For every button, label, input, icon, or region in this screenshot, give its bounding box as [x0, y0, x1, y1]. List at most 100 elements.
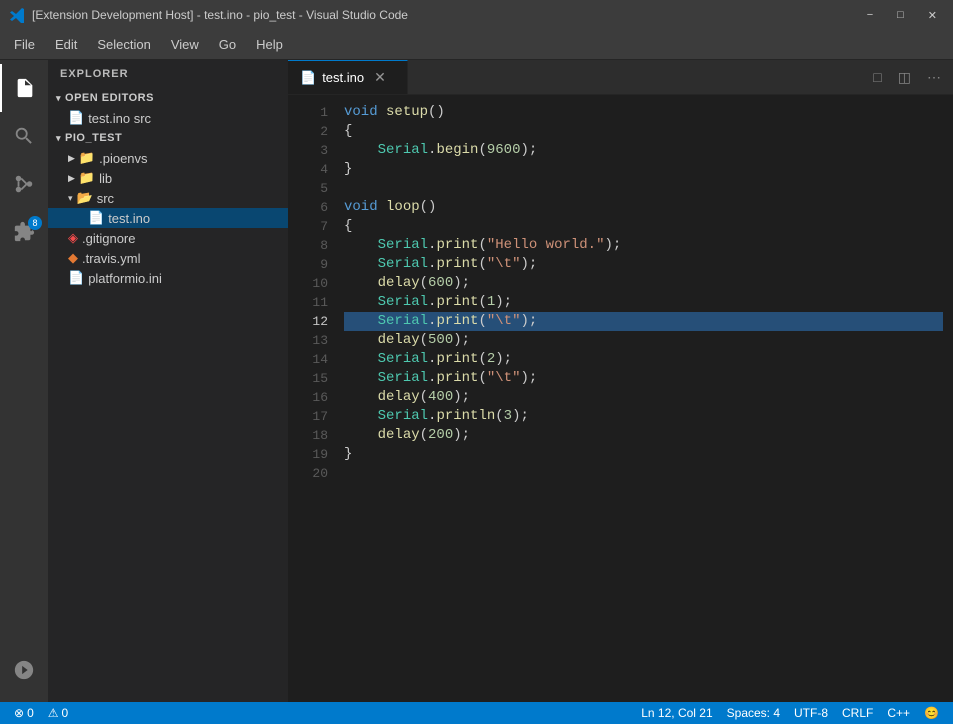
code-line-8: Serial.print("Hello world."); [344, 236, 943, 255]
platformio-ini-label: platformio.ini [88, 271, 162, 286]
tree-platformio-ini[interactable]: 📄 platformio.ini [48, 268, 288, 288]
tree-lib[interactable]: ▶ 📁 lib [48, 168, 288, 188]
lib-label: lib [99, 171, 112, 186]
cursor-position-text: Ln 12, Col 21 [641, 706, 712, 720]
activity-source-control[interactable] [0, 160, 48, 208]
maximize-button[interactable]: □ [891, 7, 910, 24]
code-line-14: Serial.print(2); [344, 350, 943, 369]
more-actions-button[interactable]: ⋯ [923, 67, 945, 88]
status-indent[interactable]: Spaces: 4 [721, 706, 786, 720]
tab-label: test.ino [322, 70, 364, 85]
folder-icon: 📁 [79, 150, 95, 166]
code-line-16: delay(400); [344, 388, 943, 407]
line-num-4: 4 [288, 160, 328, 179]
error-icon: ⊗ [14, 706, 24, 720]
title-text: [Extension Development Host] - test.ino … [32, 8, 861, 22]
code-line-3: Serial.begin(9600); [344, 141, 943, 160]
code-line-4: } [344, 160, 943, 179]
status-emoji[interactable]: 😊 [918, 706, 945, 720]
git-icon: ◈ [68, 230, 78, 246]
extensions-badge: 8 [28, 216, 42, 230]
activity-extensions[interactable]: 8 [0, 208, 48, 256]
menu-help[interactable]: Help [246, 33, 293, 56]
warning-icon: ⚠ [48, 706, 59, 720]
editor-layout-button[interactable]: ◫ [894, 67, 915, 88]
code-line-18: delay(200); [344, 426, 943, 445]
source-control-icon [13, 173, 35, 195]
line-num-10: 10 [288, 274, 328, 293]
status-warnings[interactable]: ⚠ 0 [42, 702, 74, 724]
split-editor-button[interactable]: □ [869, 67, 885, 87]
close-button[interactable]: ✕ [922, 7, 943, 24]
line-num-6: 6 [288, 198, 328, 217]
minimize-button[interactable]: − [861, 7, 879, 24]
line-num-1: 1 [288, 103, 328, 122]
activity-explorer[interactable] [0, 64, 48, 112]
code-line-20 [344, 464, 943, 483]
status-eol[interactable]: CRLF [836, 706, 879, 720]
menu-view[interactable]: View [161, 33, 209, 56]
folder-src-icon: 📂 [77, 190, 93, 206]
tab-test-ino[interactable]: 📄 test.ino ✕ [288, 60, 408, 94]
sidebar-title: Explorer [48, 60, 288, 88]
src-label: src [97, 191, 114, 206]
editor-area: 📄 test.ino ✕ □ ◫ ⋯ 1 2 3 4 5 6 7 8 9 [288, 60, 953, 702]
code-content[interactable]: void setup() { Serial.begin(9600); } voi… [336, 95, 943, 702]
error-count: 0 [27, 706, 34, 720]
status-language[interactable]: C++ [881, 706, 916, 720]
activity-pio[interactable] [0, 646, 48, 694]
line-num-18: 18 [288, 426, 328, 445]
line-numbers: 1 2 3 4 5 6 7 8 9 10 11 12 13 14 15 16 1… [288, 95, 336, 702]
line-num-14: 14 [288, 350, 328, 369]
line-num-20: 20 [288, 464, 328, 483]
code-editor[interactable]: 1 2 3 4 5 6 7 8 9 10 11 12 13 14 15 16 1… [288, 95, 953, 702]
line-num-16: 16 [288, 388, 328, 407]
ini-icon: 📄 [68, 270, 84, 286]
code-line-15: Serial.print("\t"); [344, 369, 943, 388]
status-errors[interactable]: ⊗ 0 [8, 702, 40, 724]
tab-actions: □ ◫ ⋯ [861, 60, 953, 94]
open-editors-header[interactable]: ▾ OPEN EDITORS [48, 88, 288, 108]
code-line-7: { [344, 217, 943, 236]
menu-file[interactable]: File [4, 33, 45, 56]
search-icon [13, 125, 35, 147]
pio-test-header[interactable]: ▾ PIO_TEST [48, 128, 288, 148]
status-bar: ⊗ 0 ⚠ 0 Ln 12, Col 21 Spaces: 4 UTF-8 CR… [0, 702, 953, 724]
menu-selection[interactable]: Selection [87, 33, 160, 56]
tree-travis-yml[interactable]: ◆ .travis.yml [48, 248, 288, 268]
vscode-icon [10, 7, 26, 23]
travis-yml-label: .travis.yml [82, 251, 141, 266]
main-layout: 8 Explorer ▾ OPEN EDITORS 📄 test.ino src [0, 60, 953, 702]
tab-close-button[interactable]: ✕ [370, 67, 390, 88]
line-num-2: 2 [288, 122, 328, 141]
line-num-17: 17 [288, 407, 328, 426]
test-ino-label: test.ino [108, 211, 150, 226]
status-encoding[interactable]: UTF-8 [788, 706, 834, 720]
status-right: Ln 12, Col 21 Spaces: 4 UTF-8 CRLF C++ 😊 [635, 706, 945, 720]
emoji-icon: 😊 [924, 706, 939, 720]
tree-test-ino[interactable]: 📄 test.ino [48, 208, 288, 228]
menu-go[interactable]: Go [209, 33, 246, 56]
menu-bar: File Edit Selection View Go Help [0, 30, 953, 60]
line-num-13: 13 [288, 331, 328, 350]
indent-text: Spaces: 4 [727, 706, 780, 720]
status-cursor-position[interactable]: Ln 12, Col 21 [635, 706, 718, 720]
title-bar: [Extension Development Host] - test.ino … [0, 0, 953, 30]
folder-lib-icon: 📁 [79, 170, 95, 186]
tree-src[interactable]: ▾ 📂 src [48, 188, 288, 208]
code-line-12: Serial.print("\t"); [344, 312, 943, 331]
gitignore-label: .gitignore [82, 231, 135, 246]
code-line-6: void loop() [344, 198, 943, 217]
activity-search[interactable] [0, 112, 48, 160]
code-line-19: } [344, 445, 943, 464]
activity-bar: 8 [0, 60, 48, 702]
tree-pioenvs[interactable]: ▶ 📁 .pioenvs [48, 148, 288, 168]
open-editor-test-ino[interactable]: 📄 test.ino src [48, 108, 288, 128]
line-num-7: 7 [288, 217, 328, 236]
line-num-15: 15 [288, 369, 328, 388]
scrollbar[interactable] [943, 95, 953, 702]
file-tree: ▾ OPEN EDITORS 📄 test.ino src ▾ PIO_TEST… [48, 88, 288, 702]
tree-gitignore[interactable]: ◈ .gitignore [48, 228, 288, 248]
line-num-9: 9 [288, 255, 328, 274]
menu-edit[interactable]: Edit [45, 33, 87, 56]
